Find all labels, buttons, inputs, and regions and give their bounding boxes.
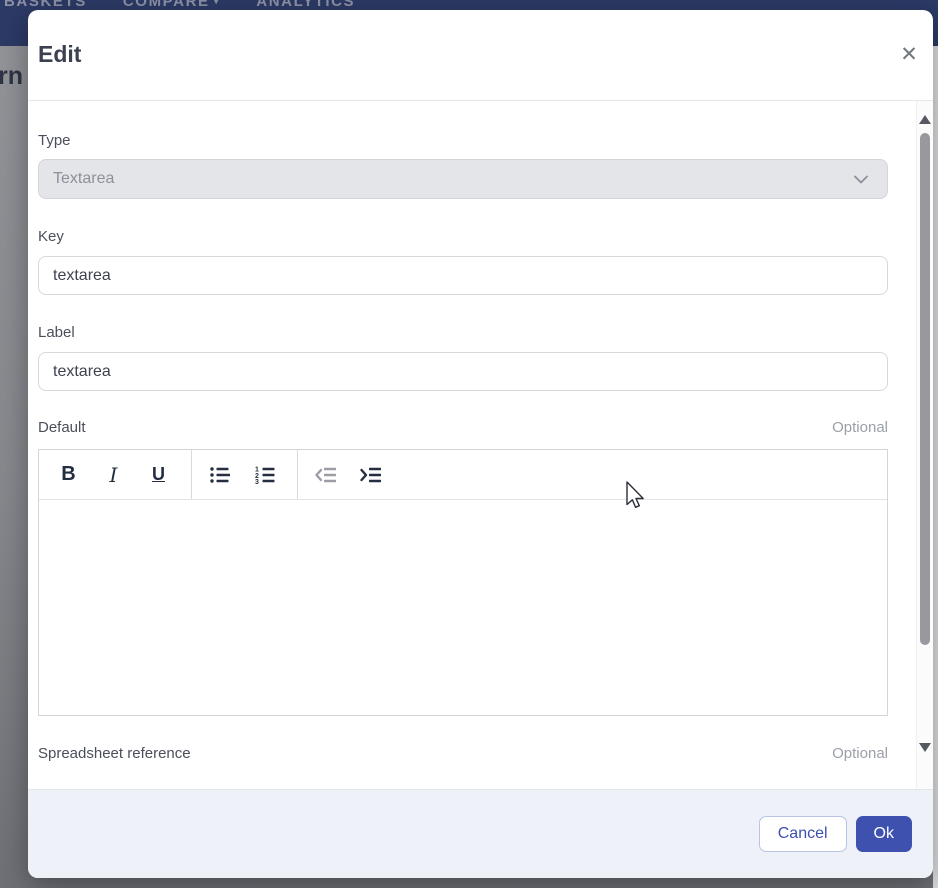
toolbar-divider: [297, 450, 298, 499]
svg-text:3: 3: [255, 479, 259, 486]
editor-toolbar: B I U: [39, 450, 887, 500]
label-label: Label: [38, 324, 888, 341]
scrollbar-down-icon[interactable]: [919, 743, 931, 752]
outdent-icon: [314, 463, 338, 487]
dialog-body: Type Textarea Key Label Default Optional…: [38, 101, 888, 762]
italic-button[interactable]: I: [91, 450, 136, 499]
ordered-list-icon: 1 2 3: [253, 463, 277, 487]
nav-items: BASKETS COMPARE ▾ ANALYTICS: [0, 0, 938, 10]
toolbar-divider: [191, 450, 192, 499]
type-label: Type: [38, 132, 888, 149]
cancel-button[interactable]: Cancel: [759, 816, 847, 852]
bold-button[interactable]: B: [46, 450, 91, 499]
page-scrollbar-strip: [933, 46, 938, 888]
nav-item-baskets[interactable]: BASKETS: [4, 0, 87, 10]
dialog-header: Edit ✕: [28, 10, 933, 101]
indent-icon: [359, 463, 383, 487]
type-select[interactable]: Textarea: [38, 159, 888, 199]
editor-content-area[interactable]: [39, 500, 887, 715]
nav-item-label: BASKETS: [4, 0, 87, 10]
bullet-list-button[interactable]: [197, 450, 242, 499]
scrollbar-thumb[interactable]: [920, 133, 930, 645]
scrollbar-up-icon[interactable]: [919, 115, 931, 124]
default-optional-badge: Optional: [832, 419, 888, 436]
dialog-footer: Cancel Ok: [28, 789, 933, 878]
nav-item-label: ANALYTICS: [256, 0, 355, 10]
close-icon[interactable]: ✕: [896, 42, 922, 68]
edit-dialog: Edit ✕ Type Textarea Key Label Default O…: [28, 10, 933, 878]
label-input[interactable]: [38, 352, 888, 391]
indent-button[interactable]: [348, 450, 393, 499]
spreadsheet-reference-label: Spreadsheet reference: [38, 745, 191, 762]
spreadsheet-optional-badge: Optional: [832, 745, 888, 762]
bullet-list-icon: [208, 463, 232, 487]
nav-item-label: COMPARE: [123, 0, 210, 10]
ordered-list-button[interactable]: 1 2 3: [242, 450, 287, 499]
ok-button[interactable]: Ok: [856, 816, 912, 852]
key-input[interactable]: [38, 256, 888, 295]
background-page-heading: rn: [0, 62, 23, 91]
key-label: Key: [38, 228, 888, 245]
chevron-down-icon: [851, 169, 871, 189]
underline-button[interactable]: U: [136, 450, 181, 499]
dialog-scrollbar[interactable]: [916, 101, 933, 789]
default-field-header: Default Optional: [38, 419, 888, 436]
rich-text-editor: B I U: [38, 449, 888, 716]
spreadsheet-field-header: Spreadsheet reference Optional: [38, 745, 888, 762]
dialog-title: Edit: [38, 41, 81, 68]
nav-item-compare[interactable]: COMPARE ▾: [123, 0, 220, 10]
type-select-value: Textarea: [53, 170, 114, 188]
default-label: Default: [38, 419, 86, 436]
caret-down-icon: ▾: [214, 0, 221, 7]
nav-item-analytics[interactable]: ANALYTICS: [256, 0, 355, 10]
outdent-button[interactable]: [303, 450, 348, 499]
